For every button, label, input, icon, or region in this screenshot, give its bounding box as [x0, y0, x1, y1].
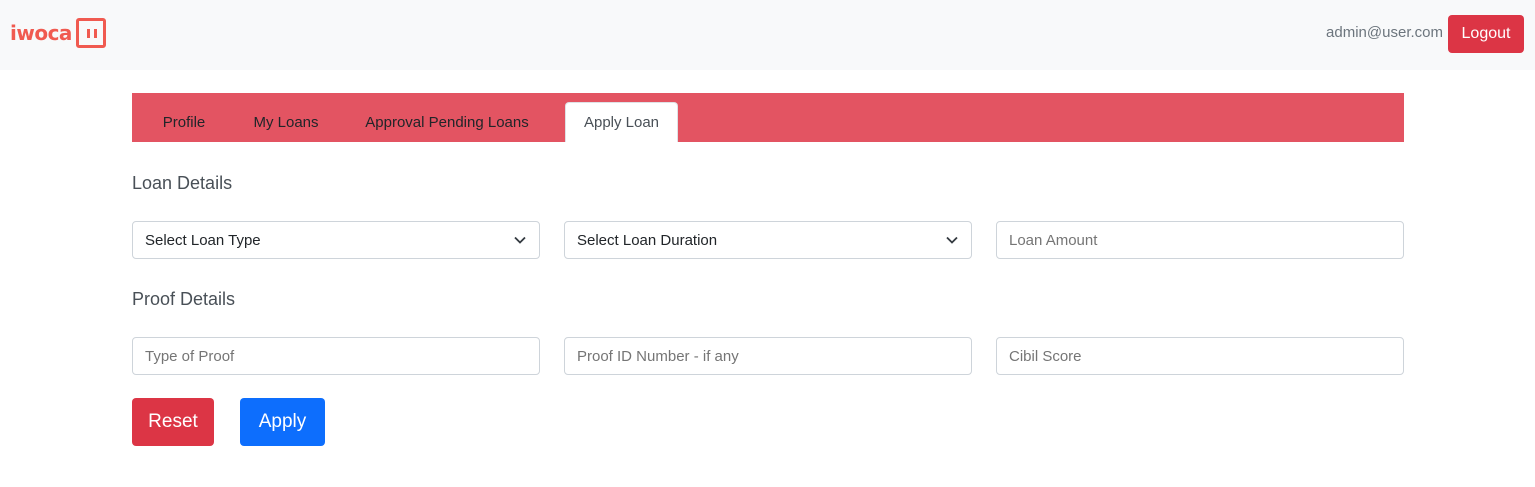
brand-name: iwoca [10, 21, 72, 45]
type-of-proof-placeholder: Type of Proof [145, 347, 235, 365]
apply-button[interactable]: Apply [240, 398, 325, 446]
top-navbar: iwoca admin@user.com Logout [0, 0, 1535, 70]
user-email: admin@user.com [1326, 24, 1443, 41]
reset-button[interactable]: Reset [132, 398, 214, 446]
tab-apply-loan[interactable]: Apply Loan [565, 102, 678, 142]
tab-my-loans[interactable]: My Loans [238, 102, 334, 142]
chevron-down-icon [945, 233, 959, 247]
logout-button[interactable]: Logout [1448, 15, 1524, 53]
tab-bar: Profile My Loans Approval Pending Loans … [132, 93, 1404, 142]
iwoca-logo-mark-icon [75, 18, 106, 48]
tab-approval-pending-loans[interactable]: Approval Pending Loans [354, 102, 540, 142]
loan-amount-placeholder: Loan Amount [1009, 231, 1098, 249]
proof-id-placeholder: Proof ID Number - if any [577, 347, 739, 365]
proof-id-input[interactable]: Proof ID Number - if any [564, 337, 972, 375]
loan-duration-select[interactable]: Select Loan Duration [564, 221, 972, 259]
cibil-score-placeholder: Cibil Score [1009, 347, 1082, 365]
loan-type-selected: Select Loan Type [145, 231, 261, 249]
tab-profile[interactable]: Profile [146, 102, 222, 142]
loan-type-select[interactable]: Select Loan Type [132, 221, 540, 259]
loan-duration-selected: Select Loan Duration [577, 231, 718, 249]
chevron-down-icon [513, 233, 527, 247]
type-of-proof-input[interactable]: Type of Proof [132, 337, 540, 375]
proof-details-heading: Proof Details [132, 289, 236, 309]
brand-logo[interactable]: iwoca [10, 16, 106, 50]
loan-amount-input[interactable]: Loan Amount [996, 221, 1404, 259]
cibil-score-input[interactable]: Cibil Score [996, 337, 1404, 375]
loan-details-heading: Loan Details [132, 173, 233, 193]
